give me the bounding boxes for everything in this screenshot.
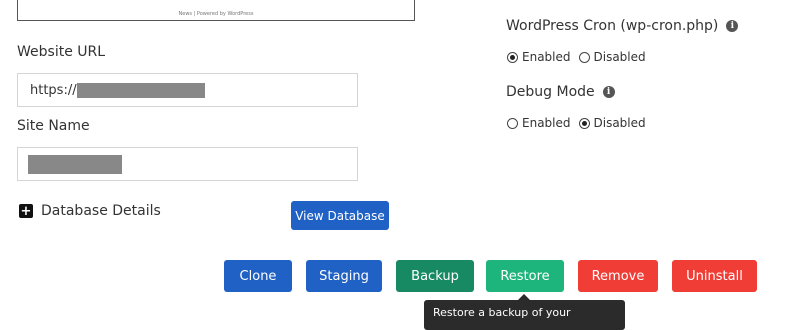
wp-cron-radio-group: Enabled Disabled [507, 50, 654, 64]
radio-unchecked-icon[interactable] [507, 117, 518, 129]
redacted-url [76, 82, 205, 98]
restore-tooltip: Restore a backup of your [424, 300, 625, 330]
radio-unchecked-icon[interactable] [578, 51, 590, 63]
wp-cron-enabled-option[interactable]: Enabled [507, 50, 571, 64]
website-url-field[interactable]: https:// [17, 73, 358, 107]
clone-button[interactable]: Clone [224, 260, 292, 292]
database-details-label: Database Details [41, 203, 161, 219]
database-details-toggle[interactable]: + Database Details [19, 203, 161, 219]
info-icon[interactable]: i [602, 86, 615, 98]
debug-mode-label-row: Debug Mode i [506, 84, 615, 100]
wp-cron-disabled-option[interactable]: Disabled [578, 50, 646, 64]
preview-footer-text: News | Powered by WordPress [178, 11, 254, 17]
debug-disabled-option[interactable]: Disabled [578, 116, 646, 130]
wp-cron-label-row: WordPress Cron (wp-cron.php) i [506, 18, 739, 34]
radio-checked-icon[interactable] [507, 51, 518, 63]
debug-enabled-option[interactable]: Enabled [507, 116, 571, 130]
debug-mode-radio-group: Enabled Disabled [507, 116, 654, 130]
wp-cron-label: WordPress Cron (wp-cron.php) [506, 18, 719, 34]
wp-cron-enabled-label: Enabled [522, 50, 571, 64]
info-icon[interactable]: i [726, 20, 739, 32]
debug-disabled-label: Disabled [593, 116, 646, 130]
radio-checked-icon[interactable] [578, 117, 590, 129]
plus-square-icon: + [19, 203, 33, 219]
website-url-prefix: https:// [30, 82, 77, 98]
restore-button[interactable]: Restore [486, 260, 564, 292]
staging-button[interactable]: Staging [306, 260, 382, 292]
debug-enabled-label: Enabled [522, 116, 571, 130]
site-name-label: Site Name [17, 118, 90, 134]
redacted-site-name [28, 154, 122, 174]
backup-button[interactable]: Backup [396, 260, 474, 292]
site-name-field[interactable] [17, 147, 358, 181]
website-url-label: Website URL [17, 44, 106, 60]
debug-mode-label: Debug Mode [506, 84, 595, 100]
site-preview-frame: News | Powered by WordPress [17, 0, 415, 21]
remove-button[interactable]: Remove [578, 260, 658, 292]
wp-cron-disabled-label: Disabled [593, 50, 646, 64]
view-database-button[interactable]: View Database [291, 201, 389, 230]
uninstall-button[interactable]: Uninstall [672, 260, 757, 292]
